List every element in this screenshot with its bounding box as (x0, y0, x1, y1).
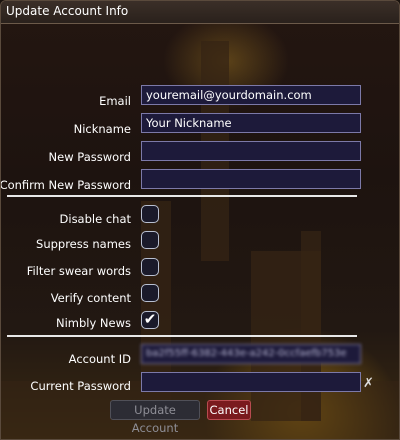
filter-swear-words-label: Filter swear words (26, 264, 131, 278)
dialog-title: Update Account Info (6, 4, 129, 18)
suppress-names-label: Suppress names (36, 237, 131, 251)
current-password-label: Current Password (30, 379, 131, 393)
confirm-password-field[interactable] (141, 169, 361, 189)
new-password-label: New Password (48, 150, 131, 164)
confirm-password-label: Confirm New Password (0, 178, 131, 192)
cancel-button[interactable]: Cancel (207, 400, 251, 420)
disable-chat-label: Disable chat (59, 212, 131, 226)
email-label: Email (99, 94, 131, 108)
suppress-names-checkbox[interactable] (141, 231, 159, 249)
nimbly-news-label: Nimbly News (55, 316, 131, 330)
clear-password-icon[interactable]: ✗ (363, 376, 374, 391)
nimbly-news-checkbox[interactable]: ✔ (141, 311, 159, 329)
filter-swear-words-checkbox[interactable] (141, 258, 159, 276)
section-divider-bottom (7, 335, 357, 337)
account-id-value: ba2f55ff-6382-443e-a242-0ccfaefb753e (141, 344, 361, 364)
verify-content-checkbox[interactable] (141, 284, 159, 302)
verify-content-label: Verify content (50, 291, 131, 305)
current-password-field[interactable] (141, 372, 361, 392)
checkmark-icon: ✔ (143, 310, 157, 328)
nickname-label: Nickname (73, 122, 131, 136)
disable-chat-checkbox[interactable] (141, 205, 159, 223)
title-bar[interactable]: Update Account Info (1, 1, 399, 24)
email-field[interactable] (141, 85, 361, 105)
new-password-field[interactable] (141, 141, 361, 161)
account-id-label: Account ID (68, 352, 131, 366)
update-account-dialog: Update Account Info Email Nickname New P… (0, 0, 400, 440)
nickname-field[interactable] (141, 113, 361, 133)
update-account-button[interactable]: Update Account (110, 400, 200, 435)
section-divider-top (7, 195, 357, 197)
